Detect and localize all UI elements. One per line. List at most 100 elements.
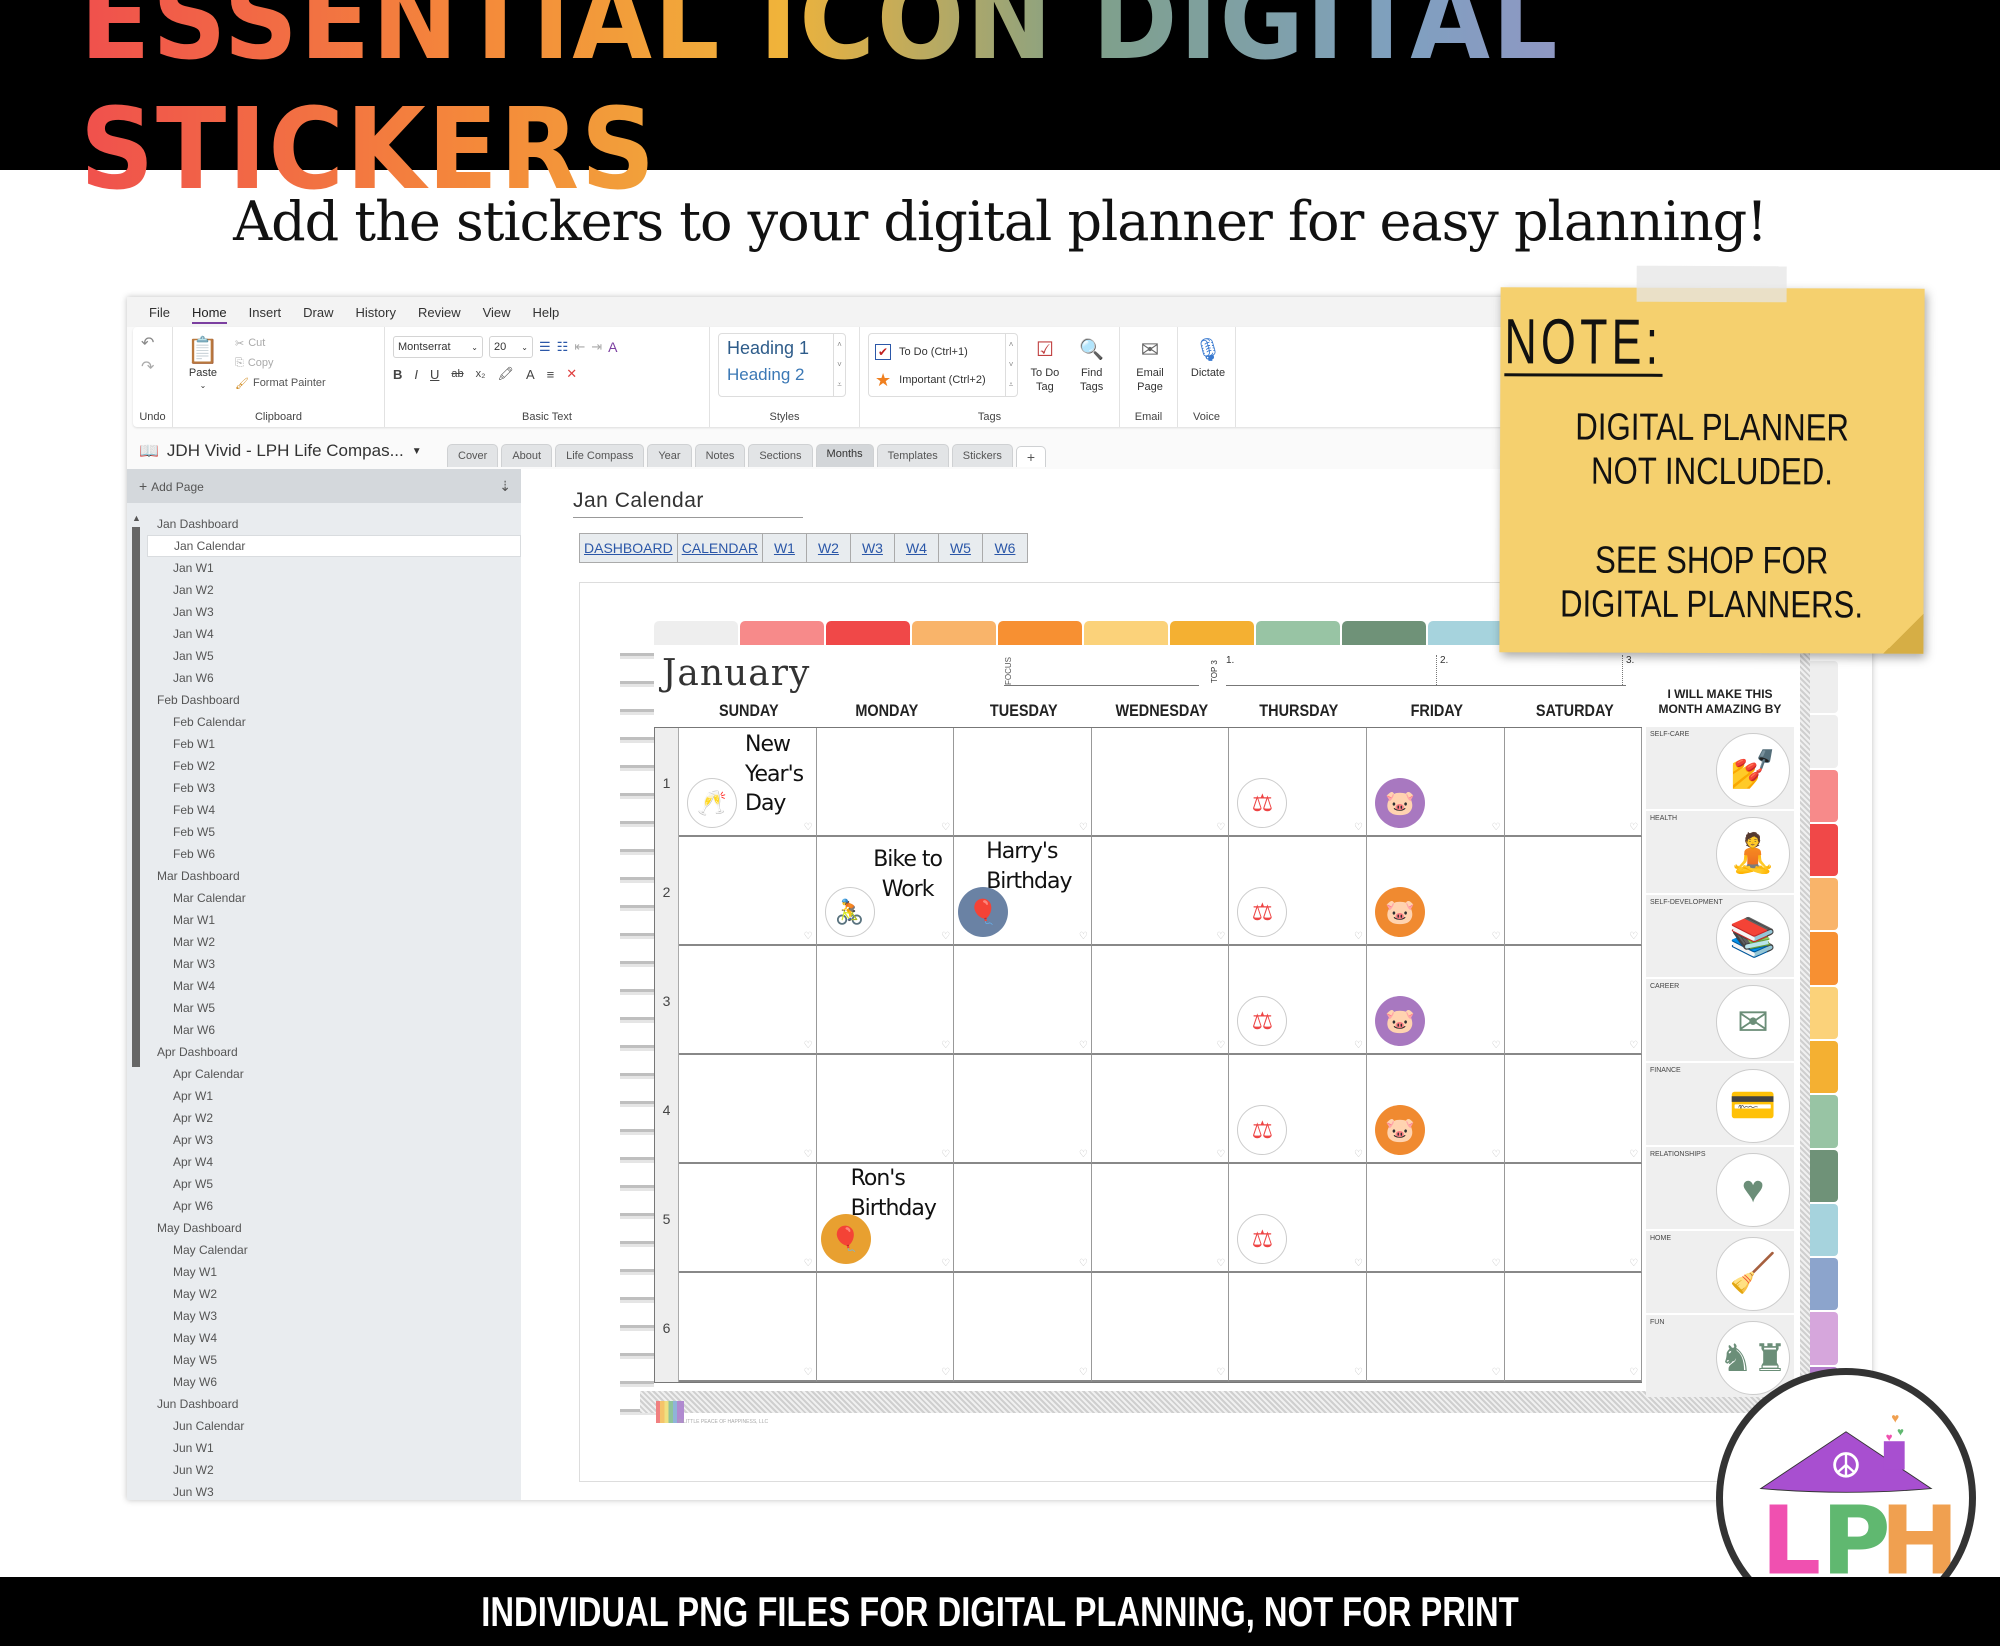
tab-year[interactable]: Year [647,444,692,467]
page-item[interactable]: Mar W2 [157,931,521,953]
underline-button[interactable]: U [430,367,439,382]
copy-button[interactable]: ⎘ Copy [235,353,326,373]
month-color-tab[interactable] [740,621,824,645]
style-heading-2[interactable]: Heading 2 [727,365,837,385]
page-item[interactable]: Jun W3 [157,1481,521,1500]
page-item[interactable]: Mar W3 [157,953,521,975]
side-color-tab[interactable] [1810,1312,1838,1365]
day-cell[interactable]: ♡ [1091,1164,1230,1273]
piggy-bank-icon[interactable]: 🐷 [1375,778,1425,828]
side-color-tab[interactable] [1810,878,1838,931]
tags-scroll[interactable]: ˄ ˅ ⩡ [1004,334,1017,396]
chess-icon[interactable]: ♞♜ [1716,1321,1790,1395]
nav-link-w5[interactable]: W5 [939,534,983,562]
page-item[interactable]: Jan W4 [157,623,521,645]
nail-polish-icon[interactable]: 💅 [1716,733,1790,807]
heart-icon[interactable]: ♡ [1629,1149,1638,1160]
menu-draw[interactable]: Draw [303,299,333,326]
piggy-bank-icon[interactable]: 🐷 [1375,996,1425,1046]
heart-icon[interactable]: ♡ [1216,931,1225,942]
menu-insert[interactable]: Insert [249,299,282,326]
day-cell[interactable]: ♡ [679,837,817,946]
side-color-tab[interactable] [1810,1040,1838,1094]
side-color-tab[interactable] [1810,986,1838,1039]
heart-icon[interactable]: ♡ [1492,1040,1501,1051]
side-color-tab[interactable] [1810,932,1838,985]
heart-icon[interactable]: ♡ [804,1367,813,1378]
month-color-tab[interactable] [912,621,996,645]
side-color-tab[interactable] [1810,1203,1838,1257]
page-item[interactable]: Feb Calendar [157,711,521,733]
side-color-tab[interactable] [1810,1095,1838,1148]
page-item[interactable]: Apr W3 [157,1129,521,1151]
heart-icon[interactable]: ♡ [1354,931,1363,942]
increase-indent-icon[interactable]: ⇥ [591,339,602,355]
side-color-tab[interactable] [1810,715,1838,768]
page-title[interactable]: Jan Calendar [573,489,803,518]
day-cell[interactable]: ♡ [1367,1273,1505,1382]
page-item[interactable]: Apr Dashboard [157,1041,521,1063]
heart-icon[interactable]: ♡ [1079,1040,1088,1051]
heart-icon[interactable]: ♡ [1354,1149,1363,1160]
page-item[interactable]: Mar W5 [157,997,521,1019]
focus-field[interactable] [1004,685,1199,686]
bullet-list-icon[interactable]: ☰ [539,339,551,355]
day-cell[interactable]: ♡ [954,1164,1092,1273]
heart-icon[interactable]: ♡ [941,1367,950,1378]
tab-templates[interactable]: Templates [876,444,949,467]
day-cell[interactable]: ♡ [1504,1055,1643,1164]
heart-icon[interactable]: ♡ [1492,822,1501,833]
page-item[interactable]: Apr W5 [157,1173,521,1195]
heart-icon[interactable]: ♥ [1716,1153,1790,1227]
menu-help[interactable]: Help [533,299,560,326]
heart-icon[interactable]: ♡ [804,931,813,942]
mop-bucket-icon[interactable]: 🧹 [1716,1237,1790,1311]
page-item[interactable]: Feb W4 [157,799,521,821]
event-text[interactable]: Harry's Birthday [986,837,1090,896]
month-color-tab[interactable] [998,621,1082,645]
page-item[interactable]: Jan Dashboard [157,513,521,535]
nav-link-w6[interactable]: W6 [983,534,1027,562]
nav-link-w2[interactable]: W2 [807,534,851,562]
heart-icon[interactable]: ♡ [1629,1258,1638,1269]
page-item[interactable]: May W6 [157,1371,521,1393]
side-color-tab[interactable] [1810,1258,1838,1311]
font-size-select[interactable]: 20 ⌄ [489,336,533,358]
font-color-button[interactable]: A [526,367,535,382]
heart-icon[interactable]: ♡ [941,822,950,833]
nav-link-dashboard[interactable]: DASHBOARD [580,534,678,562]
piggy-bank-icon[interactable]: 🐷 [1375,1105,1425,1155]
heart-icon[interactable]: ♡ [1354,1258,1363,1269]
month-color-tab[interactable] [826,621,910,645]
page-item[interactable]: Apr W4 [157,1151,521,1173]
paste-button[interactable]: 📋 Paste ⌄ [181,333,225,409]
heart-icon[interactable]: ♡ [1216,1040,1225,1051]
page-item[interactable]: Feb W1 [157,733,521,755]
event-text[interactable]: Ron's Birthday [851,1164,951,1223]
side-color-tab[interactable] [1810,769,1838,822]
day-cell[interactable]: ♡ [1504,946,1643,1055]
scroll-up-icon[interactable]: ▲ [132,513,141,523]
cut-button[interactable]: ✂ Cut [235,333,326,353]
month-color-tab[interactable] [1256,621,1340,645]
page-item[interactable]: Apr W6 [157,1195,521,1217]
event-text[interactable]: New Year's Day [745,730,809,819]
tab-about[interactable]: About [501,444,553,467]
heart-icon[interactable]: ♡ [941,1149,950,1160]
top3-item-1[interactable]: 1. [1226,655,1234,666]
tab-months[interactable]: Months [815,444,874,467]
top3-item-2[interactable]: 2. [1436,655,1448,685]
nav-link-w4[interactable]: W4 [895,534,939,562]
heart-icon[interactable]: ♡ [1629,1367,1638,1378]
heart-icon[interactable]: ♡ [1492,931,1501,942]
month-color-tab[interactable] [654,621,738,645]
tag-important[interactable]: ★ Important (Ctrl+2) [875,366,1011,394]
page-item[interactable]: May W3 [157,1305,521,1327]
day-cell[interactable]: ♡ [954,728,1092,837]
heart-icon[interactable]: ♡ [804,1258,813,1269]
page-item[interactable]: Feb W5 [157,821,521,843]
heart-icon[interactable]: ♡ [941,1258,950,1269]
day-cell[interactable]: ♡ [1504,1273,1643,1382]
page-item[interactable]: May W2 [157,1283,521,1305]
no-credit-card-icon[interactable]: 💳 [1716,1069,1790,1143]
